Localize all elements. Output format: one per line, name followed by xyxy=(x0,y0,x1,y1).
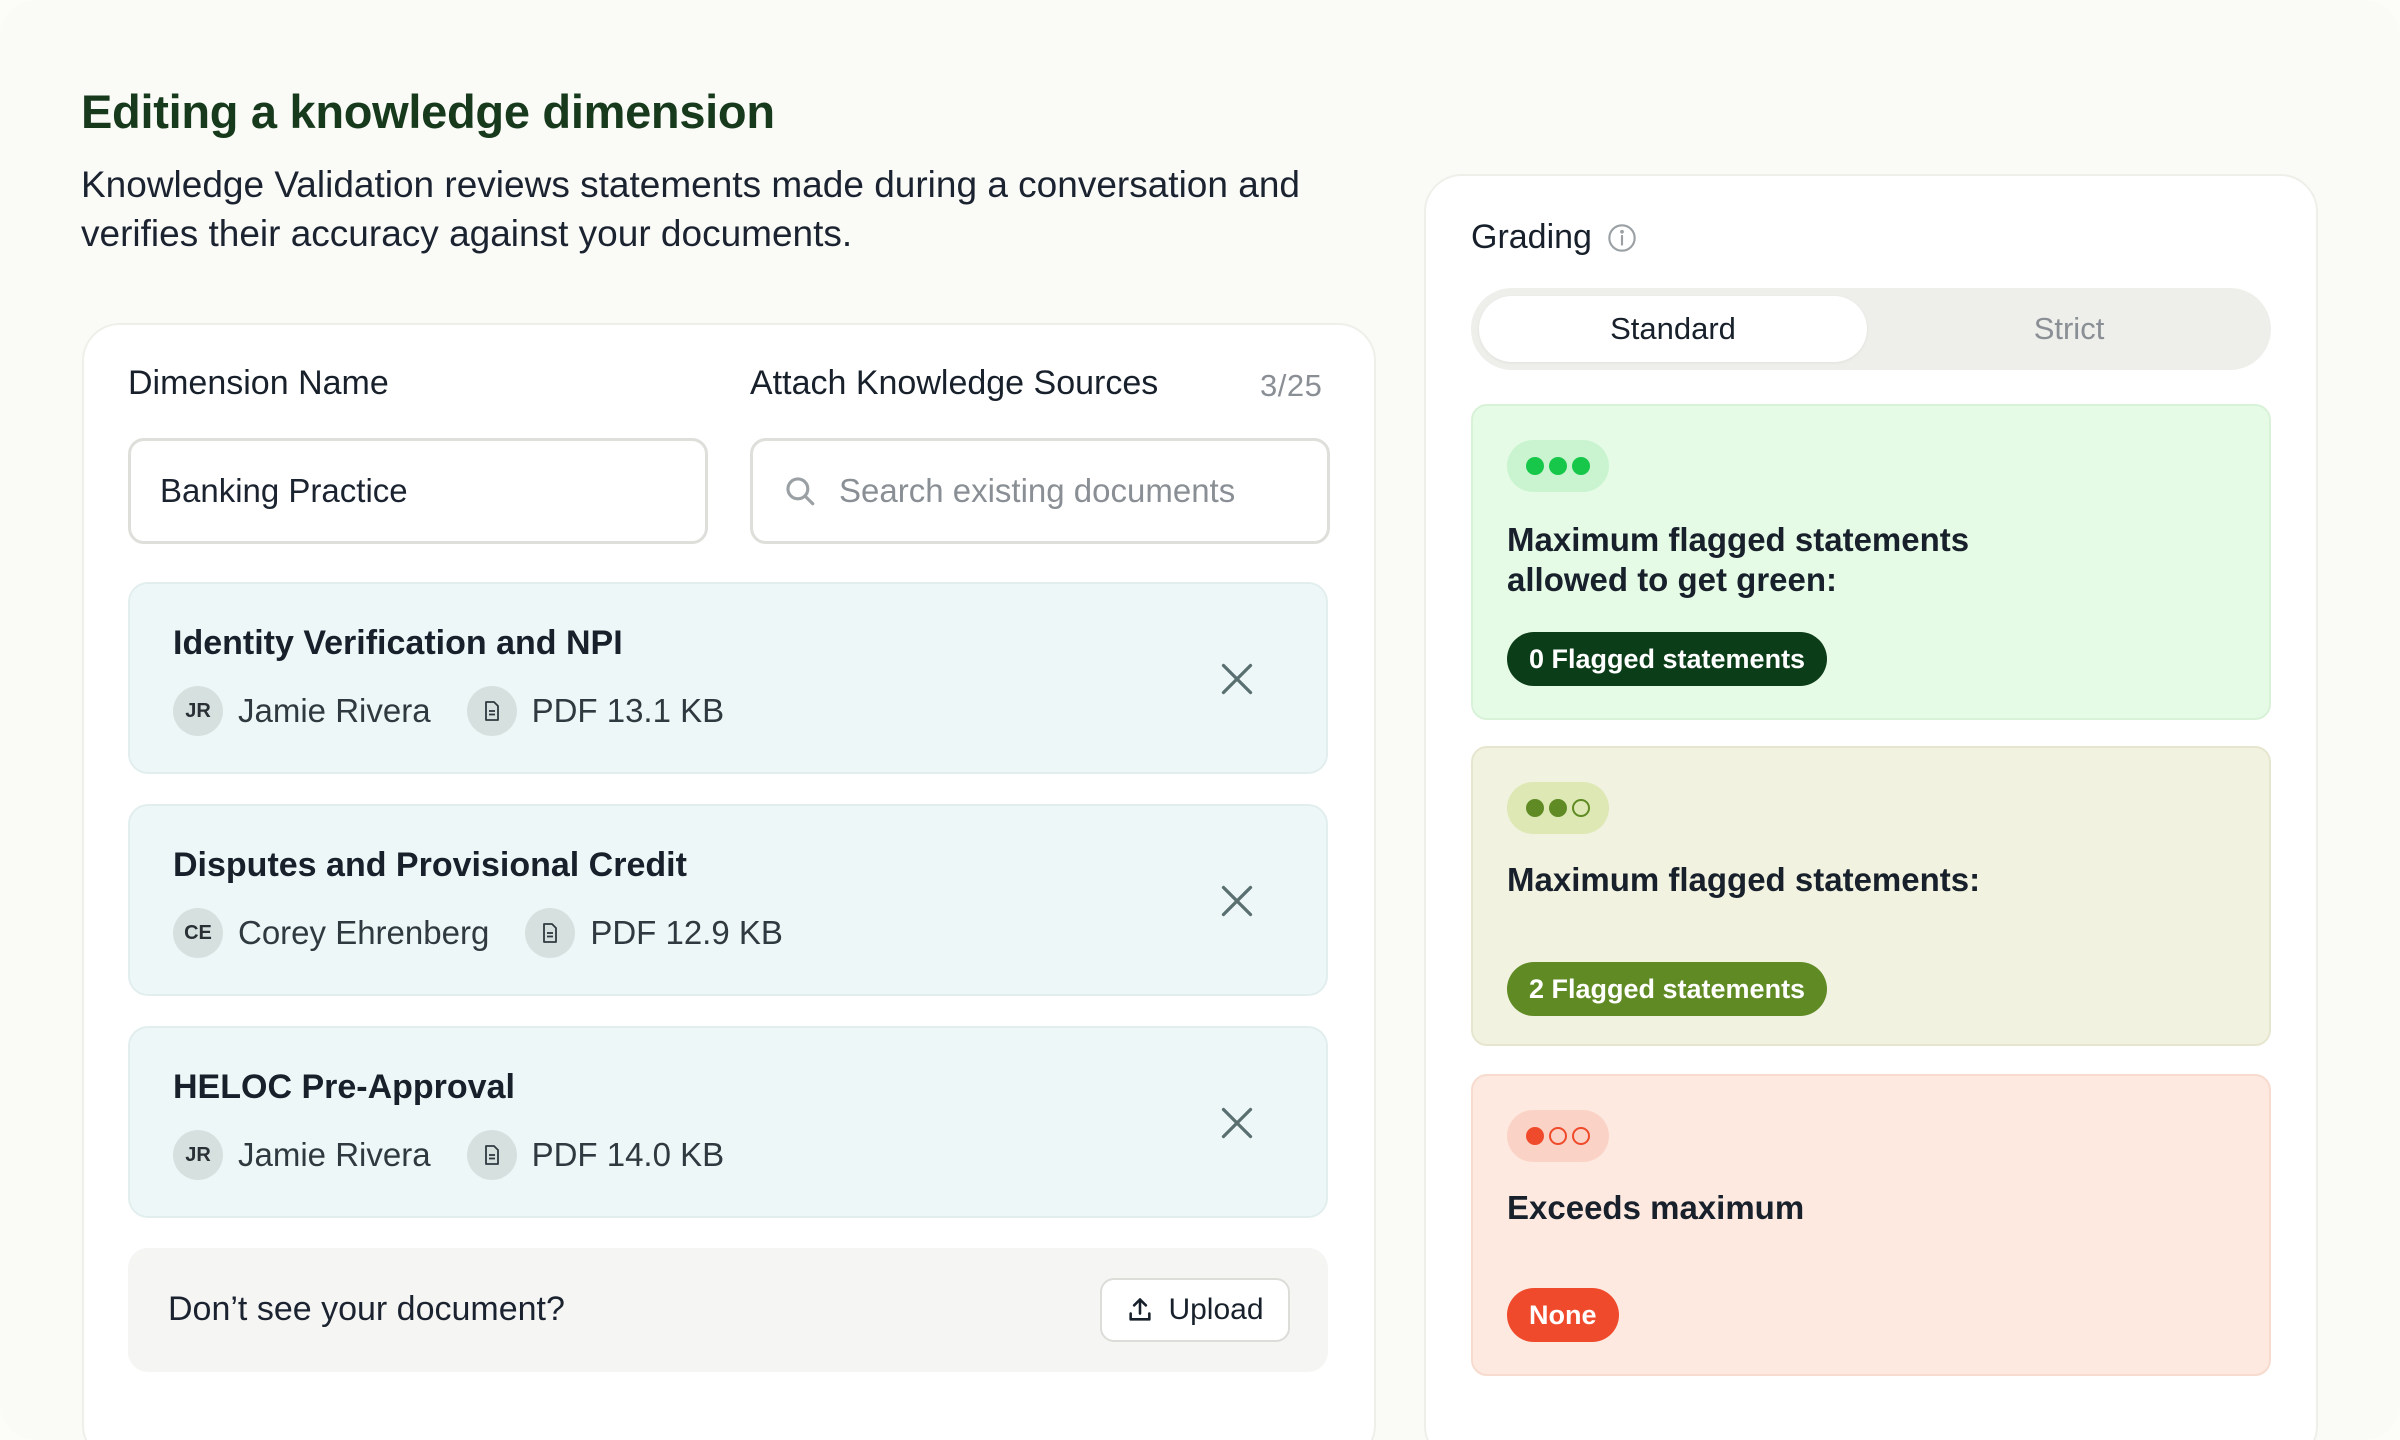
document-title: Disputes and Provisional Credit xyxy=(173,846,687,884)
author-avatar: JR xyxy=(173,686,223,736)
grading-card: Grading Standard Strict Maximum flagged … xyxy=(1424,174,2318,1440)
search-placeholder: Search existing documents xyxy=(839,472,1236,509)
document-meta: CE Corey Ehrenberg PDF 12.9 KB xyxy=(173,906,783,960)
upload-icon xyxy=(1129,1298,1152,1321)
close-icon xyxy=(1221,663,1253,695)
page-title: Editing a knowledge dimension xyxy=(81,85,775,138)
upload-prompt-text: Don’t see your document? xyxy=(168,1290,565,1328)
file-icon xyxy=(466,686,517,736)
upload-button[interactable]: Upload xyxy=(1100,1278,1290,1342)
two-dots-icon xyxy=(1507,782,1609,834)
grading-option-standard[interactable]: Standard xyxy=(1479,296,1867,362)
remove-document-button[interactable] xyxy=(1214,878,1260,924)
remove-document-button[interactable] xyxy=(1214,1100,1260,1146)
document-meta: JR Jamie Rivera PDF 14.0 KB xyxy=(173,1128,724,1182)
document-card: Disputes and Provisional Credit CE Corey… xyxy=(128,804,1328,996)
app-canvas: Editing a knowledge dimension Knowledge … xyxy=(0,0,2400,1440)
upload-button-label: Upload xyxy=(1168,1293,1264,1326)
document-card: HELOC Pre-Approval JR Jamie Rivera PDF 1… xyxy=(128,1026,1328,1218)
author-name: Jamie Rivera xyxy=(238,692,431,729)
document-card: Identity Verification and NPI JR Jamie R… xyxy=(128,582,1328,774)
file-info: PDF 12.9 KB xyxy=(590,914,783,951)
file-info: PDF 13.1 KB xyxy=(531,692,725,729)
author-avatar: JR xyxy=(173,1130,223,1180)
grading-label: Grading xyxy=(1471,218,1592,256)
document-title: HELOC Pre-Approval xyxy=(173,1068,515,1106)
author-avatar: CE xyxy=(173,908,223,958)
page-description: Knowledge Validation reviews statements … xyxy=(81,164,1300,254)
grade-level-green: Maximum flagged statements allowed to ge… xyxy=(1471,404,2271,720)
grading-option-strict[interactable]: Strict xyxy=(1875,296,2263,362)
grading-mode-toggle: Standard Strict xyxy=(1471,288,2271,370)
document-title: Identity Verification and NPI xyxy=(173,624,623,662)
grade-level-title: Maximum flagged statements allowed to ge… xyxy=(1507,521,1970,598)
upload-prompt-bar: Don’t see your document? Upload xyxy=(128,1248,1328,1372)
file-icon xyxy=(466,1130,517,1180)
search-icon xyxy=(786,477,815,506)
file-icon xyxy=(525,908,576,958)
one-dot-icon xyxy=(1507,1110,1609,1162)
grade-level-title: Maximum flagged statements: xyxy=(1507,861,1981,898)
grade-level-title: Exceeds maximum xyxy=(1507,1189,1805,1226)
close-icon xyxy=(1221,885,1253,917)
flagged-count-badge: None xyxy=(1507,1288,1619,1342)
sources-counter: 3/25 xyxy=(1260,368,1323,403)
dimension-name-value[interactable]: Banking Practice xyxy=(131,472,408,510)
flagged-count-badge: 2 Flagged statements xyxy=(1507,962,1828,1016)
file-info: PDF 14.0 KB xyxy=(531,1136,725,1173)
grading-header: Grading xyxy=(1471,218,1638,257)
author-name: Corey Ehrenberg xyxy=(238,914,490,951)
three-dots-icon xyxy=(1507,440,1609,492)
document-meta: JR Jamie Rivera PDF 13.1 KB xyxy=(173,684,724,738)
author-name: Jamie Rivera xyxy=(238,1136,431,1173)
dimension-name-field[interactable]: Banking Practice xyxy=(128,438,708,544)
info-icon[interactable] xyxy=(1606,222,1638,254)
remove-document-button[interactable] xyxy=(1214,656,1260,702)
document-search-input[interactable]: Search existing documents xyxy=(750,438,1330,544)
dimension-name-label: Dimension Name xyxy=(128,364,389,402)
knowledge-sources-label: Attach Knowledge Sources xyxy=(750,364,1159,402)
grade-level-red: Exceeds maximum None xyxy=(1471,1074,2271,1376)
flagged-count-badge: 0 Flagged statements xyxy=(1507,632,1828,686)
close-icon xyxy=(1221,1107,1253,1139)
grade-level-yellow: Maximum flagged statements: 2 Flagged st… xyxy=(1471,746,2271,1046)
